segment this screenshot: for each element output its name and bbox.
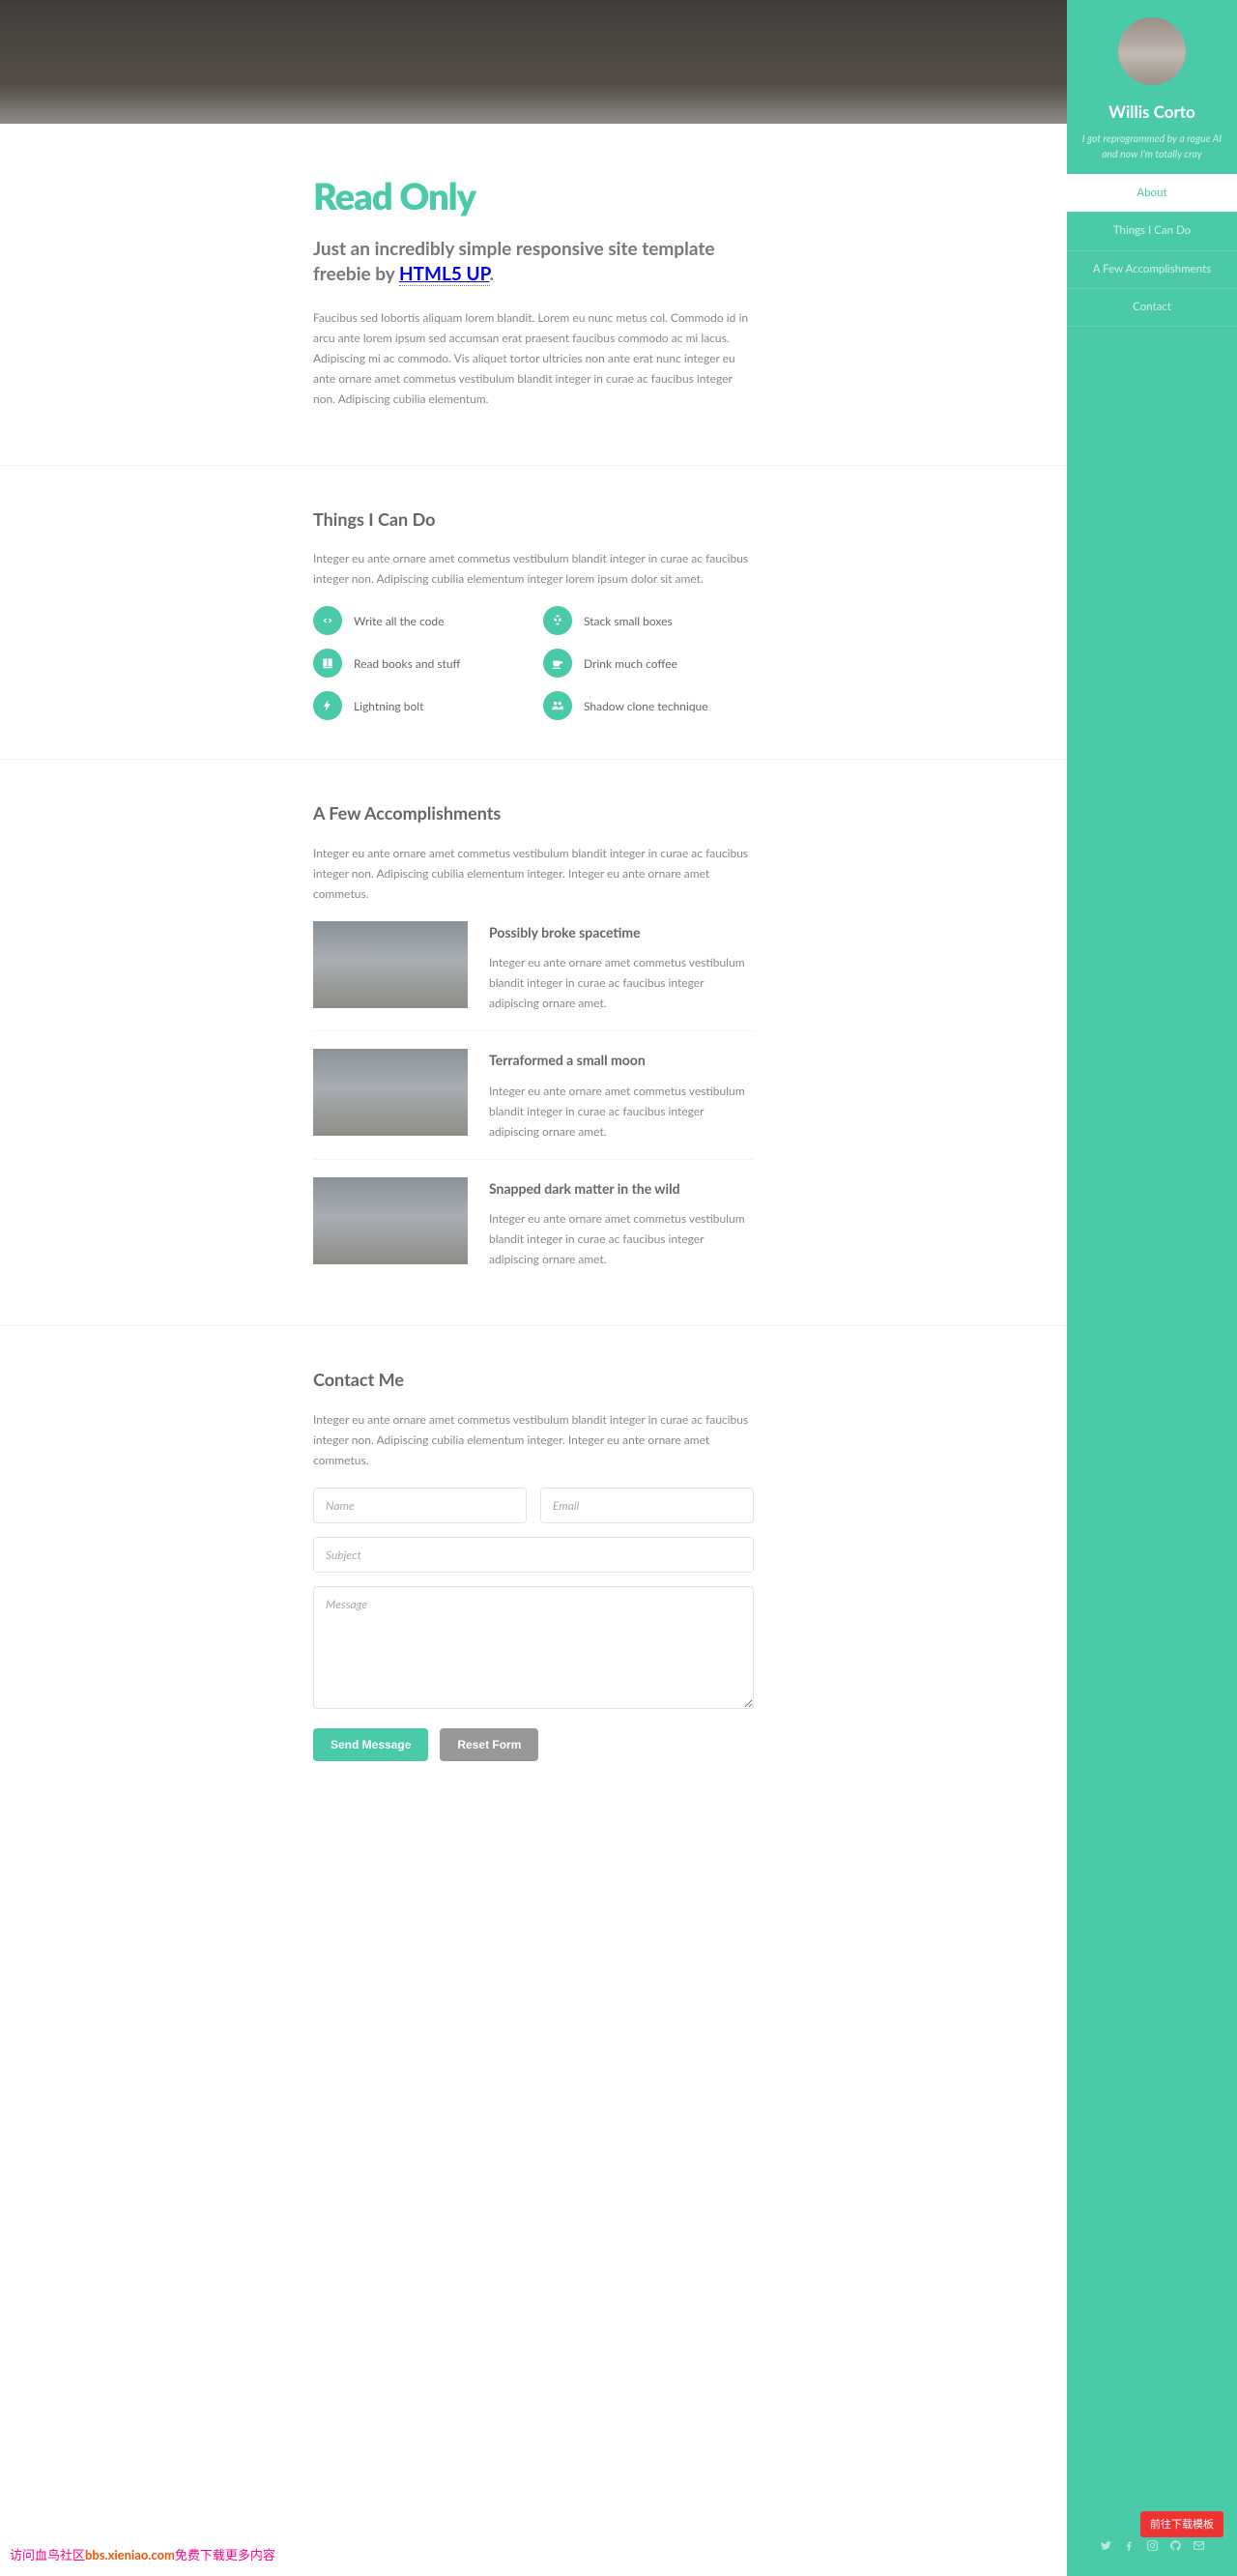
accomplishment-image[interactable]: [313, 1177, 468, 1264]
cubes-icon: [543, 606, 572, 635]
accomplishment-item: Possibly broke spacetime Integer eu ante…: [313, 921, 754, 1031]
accomplishment-heading: Possibly broke spacetime: [489, 921, 754, 945]
feature-item: Read books and stuff: [313, 649, 524, 678]
code-icon: [313, 606, 342, 635]
things-intro: Integer eu ante ornare amet commetus ves…: [313, 548, 754, 589]
things-title: Things I Can Do: [313, 505, 754, 535]
contact-form: Send Message Reset Form: [313, 1488, 754, 1762]
nav-things[interactable]: Things I Can Do: [1067, 212, 1237, 249]
github-icon[interactable]: [1169, 2539, 1182, 2555]
html5up-link[interactable]: HTML5 UP: [399, 263, 490, 286]
facebook-icon[interactable]: [1123, 2539, 1136, 2555]
accomplishment-image[interactable]: [313, 921, 468, 1008]
email-field[interactable]: [540, 1488, 754, 1523]
accomplishment-heading: Snapped dark matter in the wild: [489, 1177, 754, 1201]
coffee-icon: [543, 649, 572, 678]
message-field[interactable]: [313, 1586, 754, 1709]
feature-item: Write all the code: [313, 606, 524, 635]
accomplishment-heading: Terraformed a small moon: [489, 1049, 754, 1073]
feature-item: Lightning bolt: [313, 691, 524, 720]
about-body: Faucibus sed lobortis aliquam lorem blan…: [313, 307, 754, 409]
about-section: Read Only Just an incredibly simple resp…: [0, 124, 1067, 465]
twitter-icon[interactable]: [1100, 2539, 1112, 2555]
things-section: Things I Can Do Integer eu ante ornare a…: [0, 465, 1067, 760]
contact-section: Contact Me Integer eu ante ornare amet c…: [0, 1325, 1067, 1800]
users-icon: [543, 691, 572, 720]
bottom-promo-link[interactable]: 访问血鸟社区bbs.xieniao.com免费下载更多内容: [10, 2544, 275, 2566]
send-button[interactable]: Send Message: [313, 1728, 428, 1761]
download-template-button[interactable]: 前往下载模板: [1140, 2511, 1223, 2537]
feature-list: Write all the code Stack small boxes Rea…: [313, 606, 754, 720]
banner-image: [0, 0, 1067, 124]
contact-intro: Integer eu ante ornare amet commetus ves…: [313, 1409, 754, 1470]
accomplishment-item: Snapped dark matter in the wild Integer …: [313, 1159, 754, 1288]
accomplishments-section: A Few Accomplishments Integer eu ante or…: [0, 759, 1067, 1325]
reset-button[interactable]: Reset Form: [440, 1728, 538, 1761]
instagram-icon[interactable]: [1146, 2539, 1159, 2555]
accomplishments-intro: Integer eu ante ornare amet commetus ves…: [313, 843, 754, 904]
sidebar: Willis Corto I got reprogrammed by a rog…: [1067, 0, 1237, 2576]
nav-about[interactable]: About: [1067, 174, 1237, 212]
bolt-icon: [313, 691, 342, 720]
accomplishments-title: A Few Accomplishments: [313, 798, 754, 829]
name-field[interactable]: [313, 1488, 527, 1523]
nav-contact[interactable]: Contact: [1067, 288, 1237, 327]
envelope-icon[interactable]: [1193, 2539, 1205, 2555]
subject-field[interactable]: [313, 1537, 754, 1573]
feature-item: Drink much coffee: [543, 649, 754, 678]
accomplishment-item: Terraformed a small moon Integer eu ante…: [313, 1030, 754, 1159]
profile-tagline: I got reprogrammed by a rogue AI and now…: [1079, 132, 1225, 163]
profile-name: Willis Corto: [1079, 98, 1225, 127]
page-title: Read Only: [313, 164, 754, 229]
contact-title: Contact Me: [313, 1365, 754, 1396]
feature-item: Stack small boxes: [543, 606, 754, 635]
page-subtitle: Just an incredibly simple responsive sit…: [313, 237, 754, 288]
book-icon: [313, 649, 342, 678]
sidebar-nav: About Things I Can Do A Few Accomplishme…: [1067, 174, 1237, 327]
feature-item: Shadow clone technique: [543, 691, 754, 720]
avatar[interactable]: [1118, 17, 1186, 85]
nav-accomplishments[interactable]: A Few Accomplishments: [1067, 250, 1237, 288]
accomplishment-image[interactable]: [313, 1049, 468, 1136]
